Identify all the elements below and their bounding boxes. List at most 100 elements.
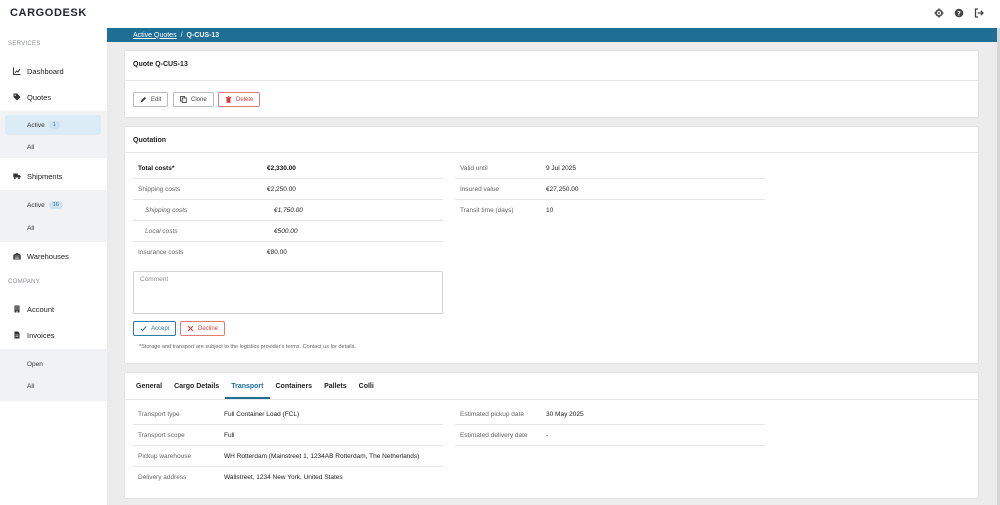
cost-row-local: Local costs €500.00	[133, 221, 443, 242]
transport-row-pickup-warehouse: Pickup warehouse WH Rotterdam (Mainstree…	[133, 446, 443, 467]
comment-placeholder: Comment	[140, 276, 169, 283]
sidebar-item-account[interactable]: Account	[0, 299, 107, 319]
details-card: General Cargo Details Transport Containe…	[124, 372, 979, 499]
quote-header-card: Quote Q-CUS-13 Edit Clone Delete	[124, 50, 979, 118]
row-value: €500.00	[274, 227, 298, 235]
tab-containers[interactable]: Containers	[270, 373, 319, 399]
row-value: €2,250.00	[267, 185, 296, 193]
breadcrumb-link-active-quotes[interactable]: Active Quotes	[133, 32, 177, 39]
tab-pallets[interactable]: Pallets	[318, 373, 353, 399]
row-value: Full Container Load (FCL)	[224, 410, 300, 418]
subitem-label: All	[27, 382, 35, 390]
sidebar-subitem-shipments-all[interactable]: All	[5, 218, 101, 238]
decline-label: Decline	[198, 325, 219, 332]
sidebar-subitem-quotes-all[interactable]: All	[5, 137, 101, 157]
section-title: Quotation	[133, 137, 167, 144]
row-label: Transport type	[138, 410, 180, 418]
row-label: Transit time (days)	[460, 207, 514, 214]
subitem-label: All	[27, 143, 35, 151]
info-row-valid-until: Valid until 9 Jul 2025	[455, 158, 765, 179]
pencil-icon	[140, 97, 146, 103]
shipments-submenu: Active 16 All	[0, 190, 107, 242]
tabs-divider	[125, 399, 978, 400]
sidebar-subitem-quotes-active[interactable]: Active 1	[5, 115, 101, 135]
transport-row-type: Transport type Full Container Load (FCL)	[133, 404, 443, 425]
edit-button[interactable]: Edit	[133, 92, 169, 107]
clone-button[interactable]: Clone	[173, 92, 214, 107]
subitem-label: Active	[27, 201, 45, 209]
check-icon	[140, 326, 147, 332]
row-label: Pickup warehouse	[138, 452, 192, 460]
tab-transport[interactable]: Transport	[225, 373, 270, 399]
delete-label: Delete	[236, 96, 254, 103]
transport-row-pickup-date: Estimated pickup date 30 May 2025	[455, 404, 765, 425]
tag-icon	[13, 93, 21, 101]
sidebar-item-label: Invoices	[27, 330, 55, 340]
sidebar-item-invoices[interactable]: Invoices	[0, 325, 107, 345]
count-badge: 1	[48, 121, 60, 129]
count-badge: 16	[48, 201, 63, 209]
row-value: 30 May 2025	[546, 410, 584, 418]
row-value: €80.00	[267, 249, 287, 256]
page-title: Quote Q-CUS-13	[133, 61, 188, 68]
trash-icon	[225, 96, 232, 103]
cost-row-total: Total costs* €2,330.00	[133, 158, 443, 179]
sidebar: SERVICES Dashboard Quotes Active 1 All S…	[0, 28, 107, 505]
row-value: 9 Jul 2025	[546, 164, 576, 172]
row-label: Total costs*	[138, 164, 175, 172]
truck-icon	[13, 173, 21, 180]
row-label: Shipping costs	[138, 185, 181, 193]
row-value: Full	[224, 431, 235, 439]
accept-button[interactable]: Accept	[133, 321, 177, 336]
subitem-label: Active	[27, 121, 45, 129]
clone-label: Clone	[191, 96, 207, 103]
card-divider	[125, 152, 978, 153]
sidebar-item-dashboard[interactable]: Dashboard	[0, 61, 107, 81]
sidebar-subitem-invoices-all[interactable]: All	[5, 376, 101, 396]
row-value: -	[546, 431, 549, 439]
delete-button[interactable]: Delete	[218, 92, 261, 107]
detail-tabs: General Cargo Details Transport Containe…	[130, 373, 380, 399]
top-icons: ?	[934, 8, 984, 18]
help-icon[interactable]: ?	[954, 8, 964, 18]
sidebar-item-shipments[interactable]: Shipments	[0, 166, 107, 186]
document-icon	[14, 331, 20, 339]
app-logo[interactable]: CARGODESK	[10, 7, 87, 19]
sidebar-subitem-invoices-open[interactable]: Open	[5, 354, 101, 374]
transport-row-delivery-date: Estimated delivery date -	[455, 425, 765, 446]
breadcrumb-separator: /	[180, 31, 183, 39]
sidebar-item-label: Shipments	[27, 171, 63, 181]
sidebar-item-label: Quotes	[27, 92, 52, 102]
row-value: Wallstreet, 1234 New York, United States	[224, 474, 343, 481]
row-value: €2,330.00	[267, 164, 296, 172]
row-label: Estimated pickup date	[460, 410, 524, 418]
row-label: Transport scope	[138, 431, 185, 439]
sidebar-item-label: Dashboard	[27, 66, 64, 76]
row-label: Shipping costs	[145, 206, 188, 214]
info-row-insured-value: Insured value €27,250.00	[455, 179, 765, 200]
close-icon	[187, 325, 194, 332]
quotes-submenu: Active 1 All	[0, 111, 107, 158]
row-label: Estimated delivery date	[460, 431, 528, 439]
comment-textarea[interactable]: Comment	[133, 271, 443, 314]
edit-label: Edit	[151, 96, 162, 103]
tab-general[interactable]: General	[130, 373, 168, 399]
breadcrumb: Active Quotes / Q-CUS-13	[107, 28, 997, 42]
sidebar-section-services: SERVICES	[8, 41, 41, 47]
subitem-label: All	[27, 224, 35, 232]
gear-icon[interactable]	[934, 8, 944, 18]
tab-colli[interactable]: Colli	[353, 373, 380, 399]
warehouse-icon	[13, 252, 21, 260]
sidebar-section-company: COMPANY	[8, 279, 40, 285]
sidebar-subitem-shipments-active[interactable]: Active 16	[5, 195, 101, 215]
sidebar-item-label: Warehouses	[27, 251, 69, 261]
breadcrumb-current: Q-CUS-13	[186, 31, 220, 39]
cost-row-shipping-sub: Shipping costs €1,750.00	[133, 200, 443, 221]
sidebar-item-warehouses[interactable]: Warehouses	[0, 246, 107, 266]
tab-cargo-details[interactable]: Cargo Details	[168, 373, 225, 399]
sidebar-item-quotes[interactable]: Quotes	[0, 87, 107, 107]
logout-icon[interactable]	[974, 8, 984, 18]
invoices-submenu: Open All	[0, 349, 107, 401]
decline-button[interactable]: Decline	[180, 321, 226, 336]
row-value: WH Rotterdam (Mainstreet 1, 1234AB Rotte…	[224, 452, 420, 460]
